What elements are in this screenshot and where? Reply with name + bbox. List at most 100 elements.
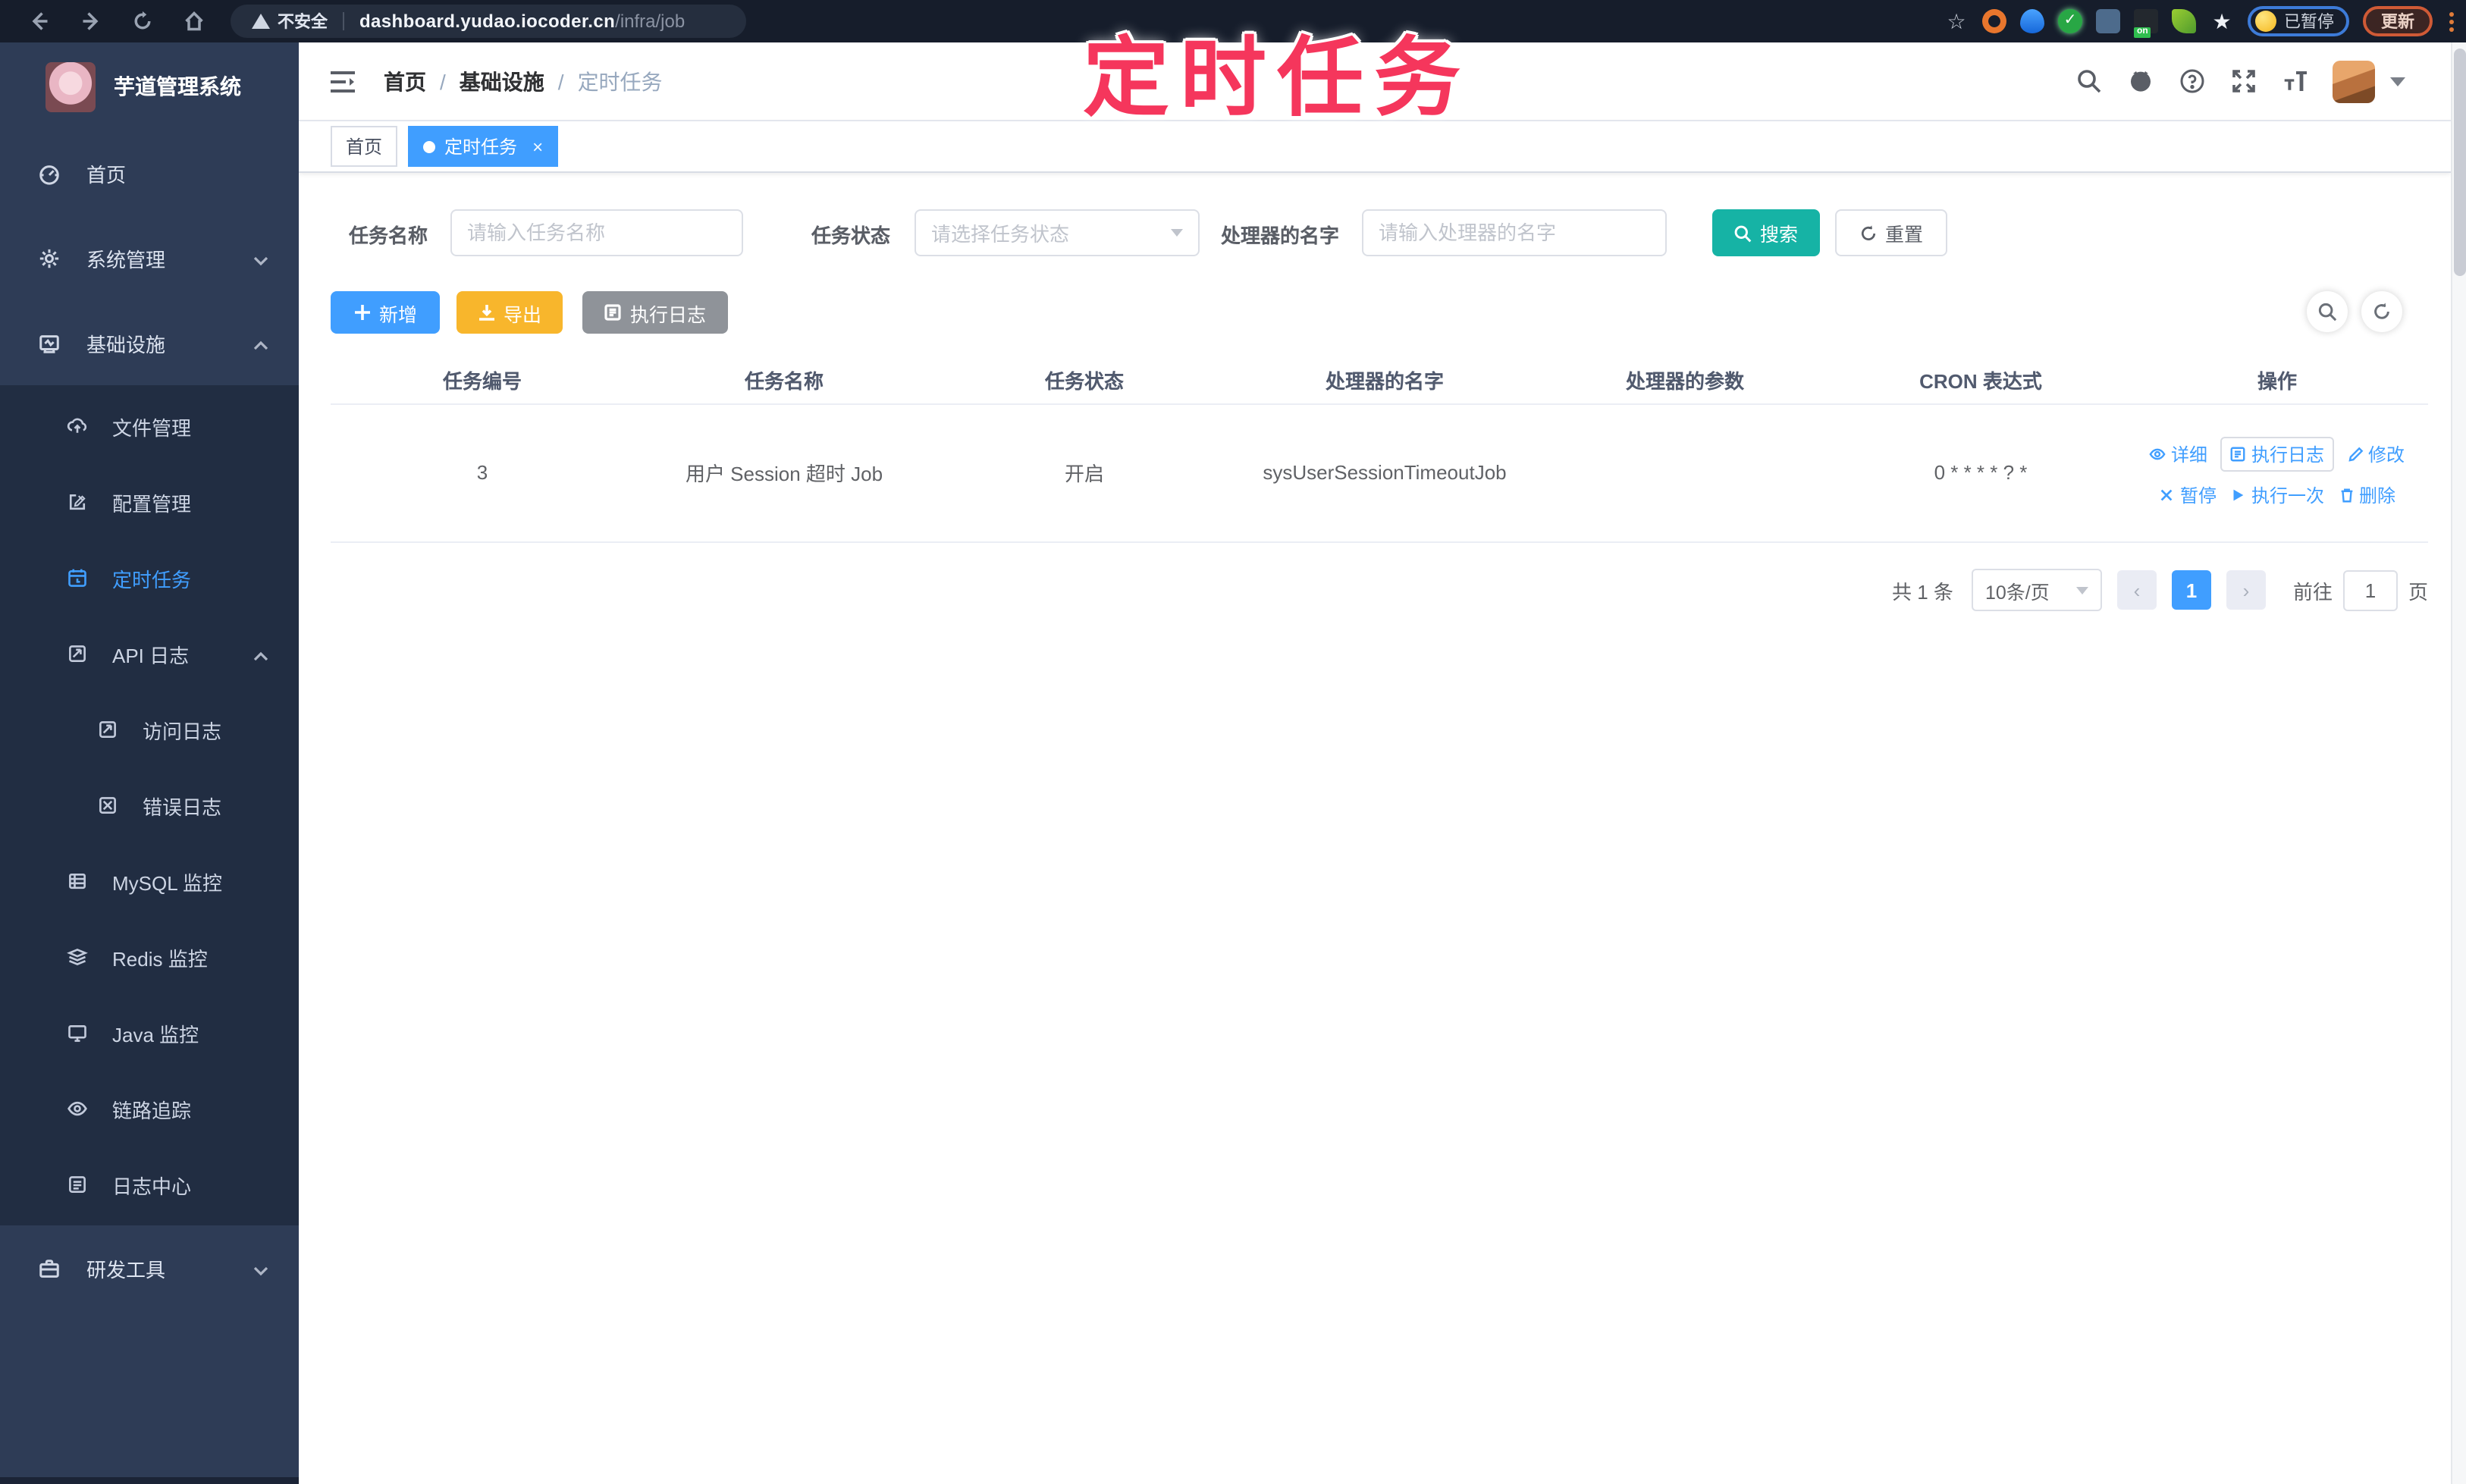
sidebar-item-access-log[interactable]: 访问日志 — [0, 692, 299, 767]
sidebar-item-label: 日志中心 — [112, 1175, 192, 1197]
browser-update-button[interactable]: 更新 — [2363, 6, 2433, 36]
fullscreen-icon[interactable] — [2229, 67, 2257, 95]
back-icon[interactable] — [27, 9, 52, 33]
sidebar-item-scheduled-job[interactable]: 定时任务 — [0, 540, 299, 616]
avatar[interactable] — [2333, 60, 2375, 102]
sidebar-item-redis-monitor[interactable]: Redis 监控 — [0, 919, 299, 995]
job-log-button[interactable]: 执行日志 — [582, 291, 728, 334]
sidebar-item-label: 研发工具 — [86, 1258, 166, 1281]
tab-label: 首页 — [346, 136, 383, 158]
handler-name-input[interactable] — [1362, 209, 1667, 256]
export-button[interactable]: 导出 — [456, 291, 563, 334]
scrollbar-thumb[interactable] — [2454, 49, 2466, 276]
bookmark-star-icon[interactable]: ☆ — [1944, 9, 1969, 33]
sidebar-item-java-monitor[interactable]: Java 监控 — [0, 995, 299, 1071]
forward-icon[interactable] — [79, 9, 103, 33]
extension-leaf-icon[interactable] — [2172, 9, 2196, 33]
col-job-name: 任务名称 — [634, 356, 934, 404]
table-header-row: 任务编号 任务名称 任务状态 处理器的名字 处理器的参数 CRON 表达式 操作 — [331, 356, 2428, 404]
search-button[interactable]: 搜索 — [1712, 209, 1820, 256]
page-1-button[interactable]: 1 — [2171, 570, 2211, 610]
pause-link-label: 暂停 — [2179, 485, 2217, 507]
tab-scheduled-job[interactable]: 定时任务 × — [408, 126, 559, 167]
error-log-icon — [97, 795, 118, 816]
caret-down-icon[interactable] — [2390, 77, 2405, 86]
security-label: 不安全 — [278, 14, 328, 32]
address-bar[interactable]: 不安全 dashboard.yudao.iocoder.cn /infra/jo… — [231, 5, 746, 38]
breadcrumb-infra[interactable]: 基础设施 — [460, 66, 544, 96]
close-icon[interactable]: × — [532, 136, 543, 157]
tab-label: 定时任务 — [444, 136, 518, 158]
java-monitor-icon — [67, 1022, 88, 1043]
delete-link[interactable]: 删除 — [2338, 482, 2395, 508]
sidebar-item-error-log[interactable]: 错误日志 — [0, 767, 299, 843]
redis-icon — [67, 946, 88, 968]
job-name-label: 任务名称 — [349, 224, 428, 247]
job-status-select[interactable]: 请选择任务状态 — [915, 209, 1200, 256]
sidebar-item-api-log[interactable]: API 日志 — [0, 616, 299, 692]
extension-green-icon[interactable]: ✓ — [2058, 9, 2082, 33]
refresh-icon[interactable] — [2361, 291, 2402, 332]
row-job-log-link[interactable]: 执行日志 — [2220, 437, 2333, 472]
font-size-icon[interactable] — [2281, 67, 2308, 95]
chevron-up-icon — [253, 335, 268, 350]
search-button-label: 搜索 — [1759, 224, 1798, 246]
sidebar-item-label: 访问日志 — [143, 720, 222, 742]
next-page-button[interactable]: › — [2226, 570, 2266, 610]
select-placeholder: 请选择任务状态 — [931, 223, 1070, 246]
app-logo — [45, 61, 96, 111]
url-host: dashboard.yudao.iocoder.cn — [359, 11, 616, 32]
sidebar-item-config-manage[interactable]: 配置管理 — [0, 464, 299, 540]
edit-link-label: 修改 — [2368, 444, 2405, 466]
sidebar-item-label: API 日志 — [112, 644, 190, 667]
pagination: 共 1 条 10条/页 ‹ 1 › 前往 页 — [1892, 566, 2428, 614]
hamburger-icon[interactable] — [329, 69, 356, 93]
prev-page-button[interactable]: ‹ — [2116, 570, 2157, 610]
security-warning[interactable]: 不安全 — [252, 9, 328, 33]
sidebar-item-trace[interactable]: 链路追踪 — [0, 1071, 299, 1147]
page-scrollbar[interactable] — [2451, 42, 2466, 1484]
extension-star-icon[interactable]: ★ — [2210, 9, 2234, 33]
sidebar-item-home[interactable]: 首页 — [0, 130, 299, 215]
github-icon[interactable] — [2126, 67, 2154, 95]
extension-drop-icon[interactable] — [2020, 9, 2044, 33]
screen: 不安全 dashboard.yudao.iocoder.cn /infra/jo… — [0, 0, 2466, 1484]
reload-icon[interactable] — [130, 9, 155, 33]
cell-job-status: 开启 — [934, 403, 1235, 542]
app-logo-row[interactable]: 芋道管理系统 — [0, 42, 299, 130]
filter-form: 任务名称 任务状态 请选择任务状态 处理器的名字 搜索 重置 — [299, 209, 2451, 258]
tab-home[interactable]: 首页 — [331, 126, 398, 167]
chevron-down-icon — [253, 250, 268, 266]
search-icon[interactable] — [2075, 67, 2102, 95]
sidebar-item-mysql-monitor[interactable]: MySQL 监控 — [0, 843, 299, 919]
edit-link[interactable]: 修改 — [2347, 441, 2405, 467]
help-icon[interactable] — [2178, 67, 2205, 95]
sidebar-item-infra[interactable]: 基础设施 — [0, 300, 299, 385]
profile-emoji-icon — [2255, 11, 2276, 32]
add-button[interactable]: 新增 — [331, 291, 440, 334]
infrastructure-icon — [38, 331, 61, 354]
goto-page-input[interactable] — [2342, 569, 2398, 610]
run-once-link[interactable]: 执行一次 — [2230, 482, 2324, 508]
sidebar-item-log-center[interactable]: 日志中心 — [0, 1147, 299, 1222]
breadcrumb-home[interactable]: 首页 — [384, 66, 426, 96]
sidebar-item-label: 链路追踪 — [112, 1099, 192, 1122]
toggle-search-icon[interactable] — [2307, 291, 2348, 332]
profile-paused-badge[interactable]: 已暂停 — [2248, 6, 2349, 36]
job-name-input[interactable] — [450, 209, 743, 256]
pause-link[interactable]: 暂停 — [2159, 482, 2217, 508]
extension-puzzle-icon[interactable] — [2096, 9, 2120, 33]
cell-actions: 详细 执行日志 修改 暂停 执行一次 删除 — [2126, 403, 2428, 542]
col-job-status: 任务状态 — [934, 356, 1235, 404]
home-icon[interactable] — [182, 9, 206, 33]
sidebar-item-label: Java 监控 — [112, 1023, 199, 1046]
sidebar-item-system[interactable]: 系统管理 — [0, 215, 299, 300]
sidebar-item-dev-tools[interactable]: 研发工具 — [0, 1225, 299, 1310]
sidebar-item-file-manage[interactable]: 文件管理 — [0, 388, 299, 464]
detail-link[interactable]: 详细 — [2150, 441, 2207, 467]
extension-orange-icon[interactable] — [1982, 9, 2006, 33]
extension-switch-icon[interactable]: on — [2134, 9, 2158, 38]
browser-menu-icon[interactable] — [2449, 11, 2454, 31]
reset-button[interactable]: 重置 — [1835, 209, 1947, 256]
page-size-select[interactable]: 10条/页 — [1971, 569, 2102, 611]
